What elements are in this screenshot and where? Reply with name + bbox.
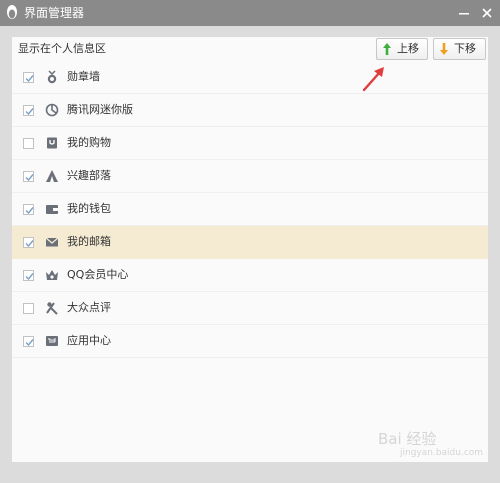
checkbox[interactable] — [23, 336, 34, 347]
list-item-mailbox[interactable]: 我的邮箱 — [12, 226, 488, 259]
list-item-shopping[interactable]: 我的购物 — [12, 127, 488, 160]
move-down-label: 下移 — [454, 42, 476, 55]
watermark-logo: Bai 经验 — [378, 430, 437, 448]
shopping-bag-icon — [47, 137, 57, 149]
checkbox[interactable] — [23, 204, 34, 215]
list-item-medal-wall[interactable]: 勋章墙 — [12, 61, 488, 94]
item-label: 兴趣部落 — [67, 169, 111, 182]
title-bar: 界面管理器 — [0, 0, 500, 26]
item-label: 我的邮箱 — [67, 235, 111, 248]
move-up-button[interactable]: 上移 — [376, 38, 428, 60]
item-label: QQ会员中心 — [67, 268, 129, 281]
checkbox[interactable] — [23, 105, 34, 116]
list-item-app-center[interactable]: 应用中心 — [12, 325, 488, 358]
annotation-arrow-icon — [362, 67, 384, 92]
list-item-tencent-mini[interactable]: 腾讯网迷你版 — [12, 94, 488, 127]
vip-crown-icon — [46, 270, 58, 280]
item-label: 腾讯网迷你版 — [67, 103, 133, 116]
item-label: 大众点评 — [67, 301, 111, 314]
section-heading: 显示在个人信息区 — [18, 42, 106, 55]
arrow-down-icon — [440, 43, 448, 55]
dianping-icon — [46, 302, 58, 315]
item-label: 我的钱包 — [67, 202, 111, 215]
arrow-up-icon — [383, 43, 391, 55]
list-item-wallet[interactable]: 我的钱包 — [12, 193, 488, 226]
qq-penguin-icon — [7, 5, 17, 19]
list-item-interest-tribe[interactable]: 兴趣部落 — [12, 160, 488, 193]
list-item-qq-vip[interactable]: QQ会员中心 — [12, 259, 488, 292]
checkbox[interactable] — [23, 237, 34, 248]
move-up-label: 上移 — [397, 42, 419, 55]
medal-icon — [47, 70, 57, 84]
watermark-url: jingyan.baidu.com — [400, 448, 484, 458]
window-title: 界面管理器 — [24, 6, 85, 20]
checkbox[interactable] — [23, 270, 34, 281]
move-down-button[interactable]: 下移 — [433, 38, 486, 60]
list-item-dianping[interactable]: 大众点评 — [12, 292, 488, 325]
checkbox[interactable] — [23, 171, 34, 182]
checkbox[interactable] — [23, 138, 34, 149]
tribe-icon — [46, 170, 58, 182]
checkbox[interactable] — [23, 72, 34, 83]
checkbox[interactable] — [23, 303, 34, 314]
close-icon[interactable] — [478, 4, 496, 22]
item-label: 勋章墙 — [67, 70, 100, 83]
minimize-icon[interactable] — [455, 4, 473, 22]
tencent-news-icon — [45, 103, 59, 117]
wallet-icon — [46, 205, 58, 214]
row-divider — [12, 357, 488, 358]
mail-icon — [45, 237, 59, 247]
item-label: 我的购物 — [67, 136, 111, 149]
item-label: 应用中心 — [67, 334, 111, 347]
app-center-icon — [46, 336, 58, 346]
